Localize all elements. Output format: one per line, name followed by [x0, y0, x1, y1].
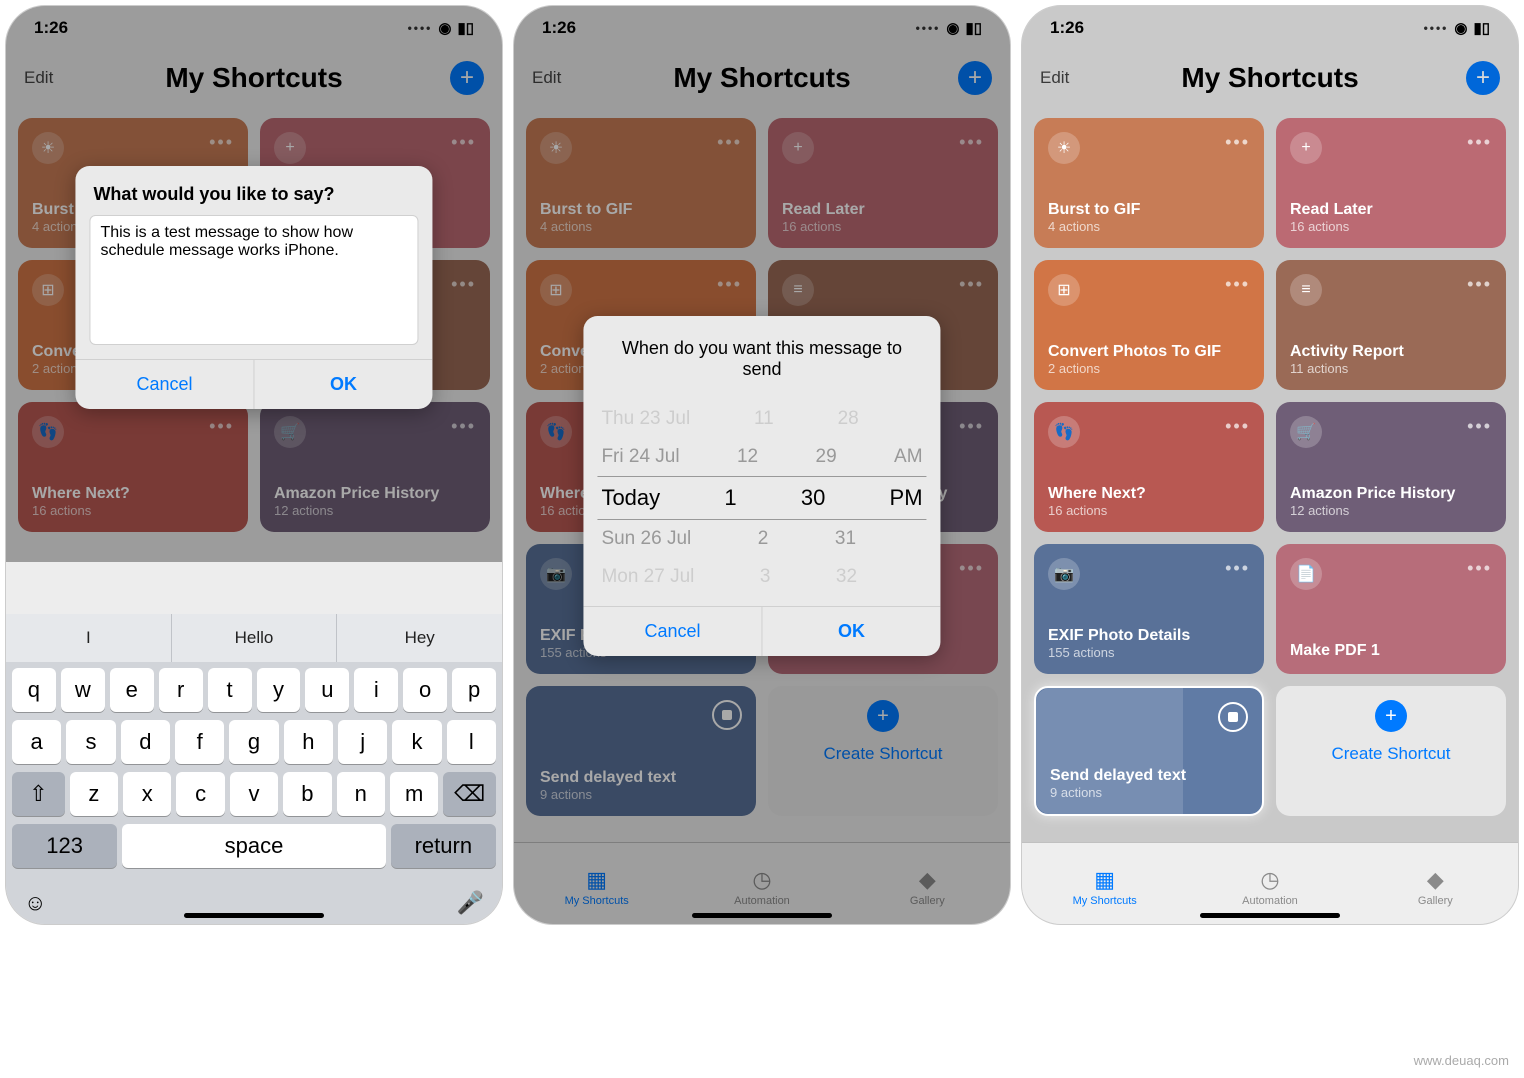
key-b[interactable]: b: [283, 772, 331, 816]
plus-icon: +: [1290, 132, 1322, 164]
key-k[interactable]: k: [392, 720, 441, 764]
alert-textarea[interactable]: This is a test message to show how sched…: [89, 215, 418, 345]
list-icon: ≡: [1290, 274, 1322, 306]
shortcut-card[interactable]: 👣•••Where Next?16 actions: [1034, 402, 1264, 532]
cart-icon: 🛒: [1290, 416, 1322, 448]
tab-label: My Shortcuts: [1073, 895, 1137, 907]
key-t[interactable]: t: [208, 668, 252, 712]
key-h[interactable]: h: [284, 720, 333, 764]
key-o[interactable]: o: [403, 668, 447, 712]
shortcut-card[interactable]: +•••Read Later16 actions: [1276, 118, 1506, 248]
card-menu-icon[interactable]: •••: [1467, 132, 1492, 153]
document-icon: 📄: [1290, 558, 1322, 590]
date-time-picker[interactable]: Thu 23 Jul1128 Fri 24 Jul1229AM Today130…: [583, 392, 940, 606]
tab-bar: ▦ My Shortcuts ◷ Automation ◆ Gallery: [1022, 842, 1518, 924]
shortcut-card[interactable]: ≡•••Activity Report11 actions: [1276, 260, 1506, 390]
card-menu-icon[interactable]: •••: [1225, 274, 1250, 295]
card-menu-icon[interactable]: •••: [1225, 416, 1250, 437]
shift-key[interactable]: ⇧: [12, 772, 65, 816]
space-key[interactable]: space: [122, 824, 385, 868]
kb-suggestion[interactable]: Hello: [172, 614, 338, 662]
shortcut-card[interactable]: ⊞•••Convert Photos To GIF2 actions: [1034, 260, 1264, 390]
shortcut-card[interactable]: 📄•••Make PDF 1: [1276, 544, 1506, 674]
shortcuts-grid: ☀•••Burst to GIF4 actions +•••Read Later…: [1022, 106, 1518, 828]
card-menu-icon[interactable]: •••: [1467, 416, 1492, 437]
text-input-alert: What would you like to say? This is a te…: [75, 166, 432, 409]
phone-screenshot-2: 1:26 ••••◉▮▯ Edit My Shortcuts + ☀•••Bur…: [513, 5, 1011, 925]
kb-suggestion[interactable]: I: [6, 614, 172, 662]
key-y[interactable]: y: [257, 668, 301, 712]
watermark: www.deuaq.com: [1414, 1053, 1509, 1068]
return-key[interactable]: return: [391, 824, 496, 868]
sun-icon: ☀: [1048, 132, 1080, 164]
key-x[interactable]: x: [123, 772, 171, 816]
key-i[interactable]: i: [354, 668, 398, 712]
tab-label: Gallery: [1418, 895, 1453, 907]
plus-icon: +: [1375, 700, 1407, 732]
tab-shortcuts[interactable]: ▦ My Shortcuts: [1022, 843, 1187, 924]
grid-icon: ▦: [1094, 867, 1115, 893]
home-indicator[interactable]: [1200, 913, 1340, 918]
shortcut-card[interactable]: 🛒•••Amazon Price History12 actions: [1276, 402, 1506, 532]
key-w[interactable]: w: [61, 668, 105, 712]
alert-title: When do you want this message to send: [583, 316, 940, 392]
tab-label: Automation: [1242, 895, 1298, 907]
ok-button[interactable]: OK: [255, 360, 433, 409]
camera-icon: 📷: [1048, 558, 1080, 590]
key-p[interactable]: p: [452, 668, 496, 712]
shortcut-card-running[interactable]: Send delayed text9 actions: [1034, 686, 1264, 816]
key-c[interactable]: c: [176, 772, 224, 816]
stack-icon: ◆: [1427, 867, 1444, 893]
key-z[interactable]: z: [70, 772, 118, 816]
key-d[interactable]: d: [121, 720, 170, 764]
alert-title: What would you like to say?: [75, 166, 432, 215]
clock-icon: ◷: [1260, 867, 1279, 893]
kb-suggestions: I Hello Hey: [6, 614, 502, 662]
shortcut-card[interactable]: 📷•••EXIF Photo Details155 actions: [1034, 544, 1264, 674]
home-indicator[interactable]: [184, 913, 324, 918]
cancel-button[interactable]: Cancel: [75, 360, 254, 409]
key-j[interactable]: j: [338, 720, 387, 764]
key-l[interactable]: l: [447, 720, 496, 764]
stop-button[interactable]: [1218, 702, 1248, 732]
key-g[interactable]: g: [229, 720, 278, 764]
key-v[interactable]: v: [230, 772, 278, 816]
key-q[interactable]: q: [12, 668, 56, 712]
key-u[interactable]: u: [305, 668, 349, 712]
key-f[interactable]: f: [175, 720, 224, 764]
create-shortcut-card[interactable]: + Create Shortcut: [1276, 686, 1506, 816]
ok-button[interactable]: OK: [763, 607, 941, 656]
date-picker-alert: When do you want this message to send Th…: [583, 316, 940, 656]
card-menu-icon[interactable]: •••: [1467, 274, 1492, 295]
phone-screenshot-3: 1:26 ••••◉▮▯ Edit My Shortcuts + ☀•••Bur…: [1021, 5, 1519, 925]
key-r[interactable]: r: [159, 668, 203, 712]
footsteps-icon: 👣: [1048, 416, 1080, 448]
tab-gallery[interactable]: ◆ Gallery: [1353, 843, 1518, 924]
card-sub: 9 actions: [1050, 785, 1248, 800]
card-menu-icon[interactable]: •••: [1225, 132, 1250, 153]
key-s[interactable]: s: [66, 720, 115, 764]
key-a[interactable]: a: [12, 720, 61, 764]
backspace-key[interactable]: ⌫: [443, 772, 496, 816]
kb-suggestion[interactable]: Hey: [337, 614, 502, 662]
keyboard: I Hello Hey qwertyuiop asdfghjkl ⇧ zxcvb…: [6, 614, 502, 924]
key-m[interactable]: m: [390, 772, 438, 816]
emoji-key[interactable]: ☺: [24, 890, 46, 916]
key-e[interactable]: e: [110, 668, 154, 712]
cancel-button[interactable]: Cancel: [583, 607, 762, 656]
shortcut-card[interactable]: ☀•••Burst to GIF4 actions: [1034, 118, 1264, 248]
card-menu-icon[interactable]: •••: [1467, 558, 1492, 579]
create-label: Create Shortcut: [1331, 744, 1450, 764]
grid-icon: ⊞: [1048, 274, 1080, 306]
key-n[interactable]: n: [337, 772, 385, 816]
card-menu-icon[interactable]: •••: [1225, 558, 1250, 579]
card-title: Send delayed text: [1050, 767, 1248, 785]
tab-automation[interactable]: ◷ Automation: [1187, 843, 1352, 924]
phone-screenshot-1: 1:26 •••• ◉ ▮▯ Edit My Shortcuts + ☀••• …: [5, 5, 503, 925]
mic-key[interactable]: 🎤: [457, 890, 484, 916]
numbers-key[interactable]: 123: [12, 824, 117, 868]
